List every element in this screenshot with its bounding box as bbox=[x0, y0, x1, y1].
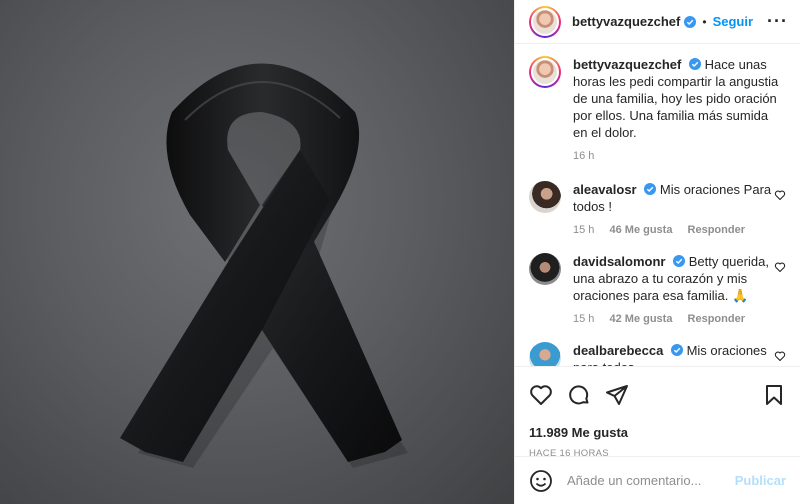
like-heart-icon[interactable] bbox=[529, 383, 553, 407]
comment-username[interactable]: aleavalosr bbox=[573, 182, 637, 197]
post-side-panel: bettyvazquezchef • Seguir ··· bettyvazqu… bbox=[514, 0, 800, 504]
comment-username[interactable]: dealbarebecca bbox=[573, 343, 663, 358]
caption-time[interactable]: 16 h bbox=[573, 150, 594, 162]
caption: bettyvazquezchef Hace unas horas les ped… bbox=[529, 56, 786, 163]
comment-like-heart-icon[interactable] bbox=[774, 350, 786, 362]
publish-button[interactable]: Publicar bbox=[735, 473, 786, 488]
reply-button[interactable]: Responder bbox=[688, 313, 745, 325]
comment-composer: Añade un comentario... Publicar bbox=[515, 456, 800, 504]
comment-meta: 15 h 42 Me gusta Responder bbox=[573, 312, 786, 326]
comment-item: dealbarebecca Mis oraciones para todos . bbox=[529, 342, 786, 366]
verified-badge-icon bbox=[673, 255, 686, 267]
verified-badge-icon bbox=[644, 183, 657, 195]
caption-username[interactable]: bettyvazquezchef bbox=[573, 57, 681, 72]
comment-icon[interactable] bbox=[567, 383, 591, 407]
caption-meta: 16 h bbox=[573, 149, 786, 163]
instagram-post-modal: bettyvazquezchef • Seguir ··· bettyvazqu… bbox=[0, 0, 800, 504]
comment-like-heart-icon[interactable] bbox=[774, 261, 786, 273]
emoji-icon[interactable] bbox=[529, 469, 553, 493]
author-avatar-small[interactable] bbox=[529, 56, 561, 88]
caption-body: bettyvazquezchef Hace unas horas les ped… bbox=[573, 56, 786, 163]
comment-body: davidsalomonr Betty querida, una abrazo … bbox=[573, 253, 786, 326]
comment-input[interactable]: Añade un comentario... bbox=[567, 473, 735, 488]
share-icon[interactable] bbox=[605, 383, 629, 407]
comment-meta: 15 h 46 Me gusta Responder bbox=[573, 223, 786, 237]
author-username[interactable]: bettyvazquezchef bbox=[572, 14, 680, 29]
verified-badge-icon bbox=[670, 344, 683, 356]
post-image[interactable] bbox=[0, 0, 514, 504]
separator-dot: • bbox=[702, 14, 707, 29]
black-ribbon-image bbox=[120, 63, 408, 468]
more-options-icon[interactable]: ··· bbox=[767, 11, 788, 32]
comment-body: aleavalosr Mis oraciones Para todos ! 15… bbox=[573, 181, 786, 237]
comment-time[interactable]: 15 h bbox=[573, 224, 594, 236]
verified-badge-icon bbox=[684, 15, 697, 28]
comment-username[interactable]: davidsalomonr bbox=[573, 254, 665, 269]
author-avatar[interactable] bbox=[529, 5, 561, 38]
post-actions: 11.989 Me gusta HACE 16 HORAS bbox=[515, 366, 800, 459]
action-icons bbox=[529, 381, 786, 409]
post-header: bettyvazquezchef • Seguir ··· bbox=[515, 0, 800, 44]
commenter-avatar[interactable] bbox=[529, 253, 561, 285]
commenter-avatar[interactable] bbox=[529, 181, 561, 213]
comment-likes[interactable]: 42 Me gusta bbox=[609, 313, 672, 325]
follow-button[interactable]: Seguir bbox=[713, 14, 753, 29]
comment-like-heart-icon[interactable] bbox=[774, 189, 786, 201]
comment-item: davidsalomonr Betty querida, una abrazo … bbox=[529, 253, 786, 326]
comment-time[interactable]: 15 h bbox=[573, 313, 594, 325]
comment-item: aleavalosr Mis oraciones Para todos ! 15… bbox=[529, 181, 786, 237]
likes-count[interactable]: 11.989 Me gusta bbox=[529, 425, 786, 440]
verified-badge-icon bbox=[689, 58, 701, 70]
commenter-avatar[interactable] bbox=[529, 342, 561, 366]
comment-likes[interactable]: 46 Me gusta bbox=[609, 224, 672, 236]
comments-list[interactable]: bettyvazquezchef Hace unas horas les ped… bbox=[515, 44, 800, 366]
reply-button[interactable]: Responder bbox=[688, 224, 745, 236]
bookmark-icon[interactable] bbox=[762, 383, 786, 407]
comment-body: dealbarebecca Mis oraciones para todos . bbox=[573, 342, 786, 366]
